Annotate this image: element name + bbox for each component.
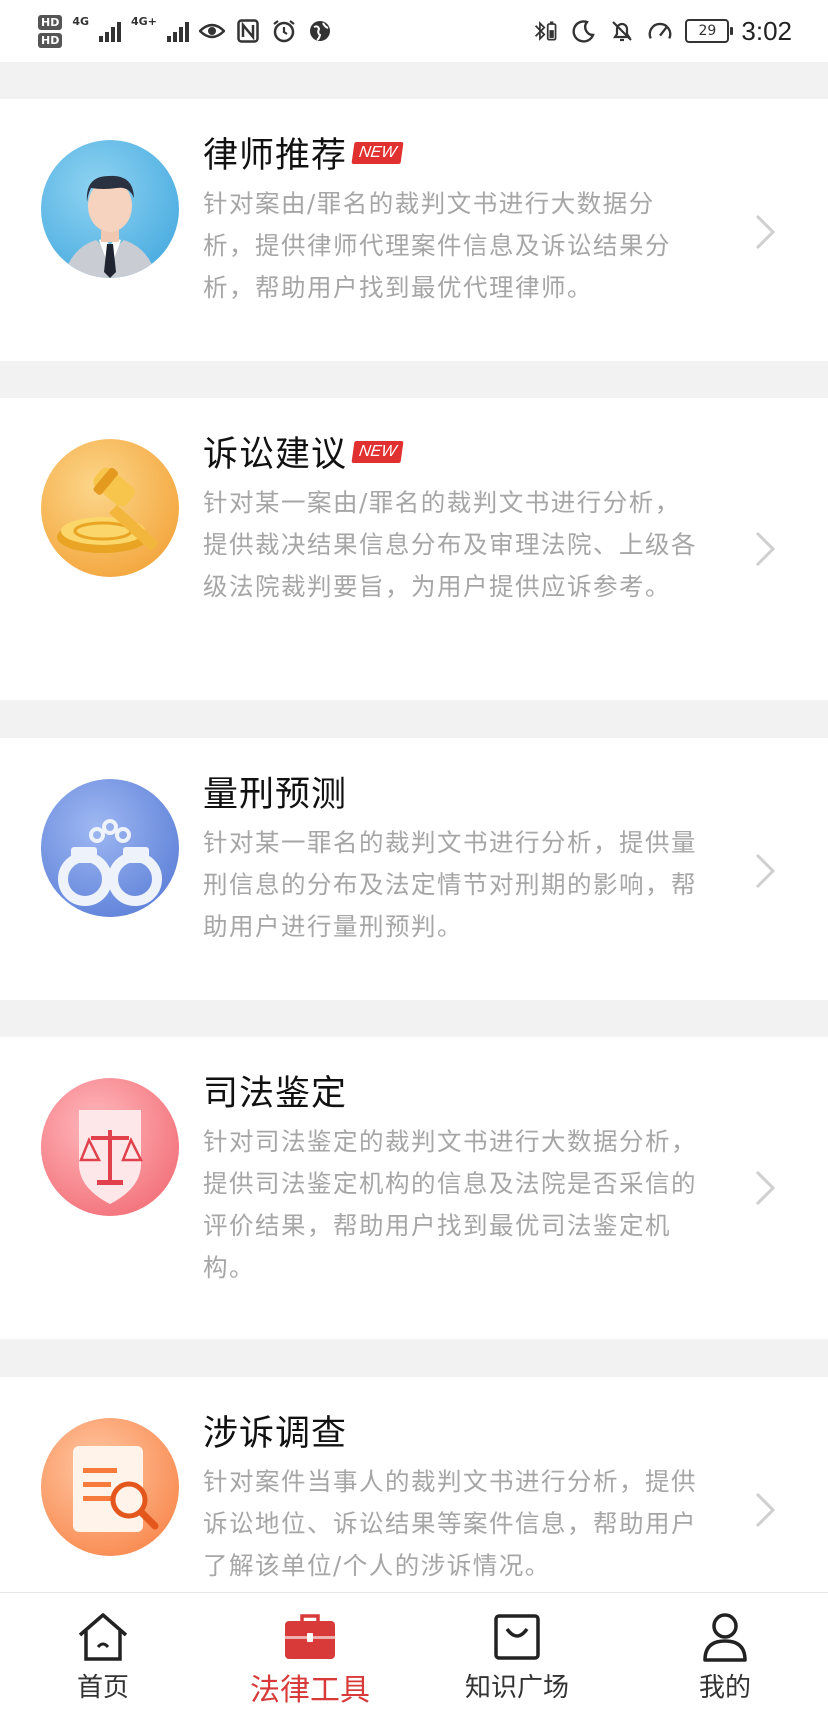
tool-title: 律师推荐 (203, 136, 348, 176)
hd-icon: HD (38, 14, 63, 30)
tool-description: 针对某一案由/罪名的裁判文书进行分析，提供裁决结果信息分布及审理法院、上级各级法… (203, 488, 697, 601)
status-bar: HD HD 4G 4G+ 29 3:02 (0, 0, 828, 62)
tool-description: 针对案由/罪名的裁判文书进行大数据分析，提供律师代理案件信息及诉讼结果分析，帮助… (203, 189, 671, 302)
nav-label: 知识广场 (464, 1673, 569, 1703)
tool-title: 量刑预测 (203, 775, 348, 815)
tool-card-sentencing-prediction[interactable]: 量刑预测 针对某一罪名的裁判文书进行分析，提供量刑信息的分布及法定情节对刑期的影… (0, 738, 828, 1000)
new-badge: NEW (351, 440, 404, 463)
speedometer-icon (647, 18, 673, 44)
tool-description: 针对司法鉴定的裁判文书进行大数据分析，提供司法鉴定机构的信息及法院是否采信的评价… (203, 1127, 697, 1282)
tool-title: 涉诉调查 (203, 1414, 348, 1454)
tool-card-litigation-advice[interactable]: 诉讼建议 NEW 针对某一案由/罪名的裁判文书进行分析，提供裁决结果信息分布及审… (0, 398, 828, 700)
tool-title-row: 司法鉴定 (203, 1065, 347, 1116)
chevron-right-icon (755, 1492, 776, 1528)
alarm-icon (271, 18, 297, 44)
bluetooth-battery-icon (533, 18, 559, 44)
shopping-bag-icon (494, 1614, 540, 1660)
nav-label: 首页 (76, 1673, 129, 1703)
tool-title: 司法鉴定 (203, 1074, 348, 1114)
document-search-icon (41, 1418, 179, 1556)
tool-title: 诉讼建议 (203, 435, 348, 475)
tool-title-row: 涉诉调查 (203, 1405, 347, 1456)
bottom-nav: 首页 法律工具 知识广场 我的 (0, 1592, 828, 1718)
nav-item-home[interactable]: 首页 (28, 1593, 178, 1718)
user-icon (703, 1613, 747, 1662)
tool-title-row: 诉讼建议 NEW (203, 426, 404, 477)
mute-bell-icon (609, 18, 635, 44)
hd-indicators: HD HD (38, 14, 63, 48)
tool-title-row: 律师推荐 NEW (203, 127, 404, 178)
tool-title-row: 量刑预测 (203, 766, 347, 817)
network-type-2: 4G+ (131, 14, 157, 28)
chevron-right-icon (755, 531, 776, 567)
home-icon (78, 1613, 128, 1661)
chevron-right-icon (755, 853, 776, 889)
globe-icon (307, 18, 333, 44)
status-left: HD HD 4G 4G+ (38, 8, 333, 54)
chevron-right-icon (755, 1170, 776, 1206)
chevron-right-icon (755, 214, 776, 250)
battery-indicator: 29 (685, 19, 734, 43)
moon-icon (571, 18, 597, 44)
new-badge: NEW (351, 141, 404, 164)
nav-label: 我的 (698, 1673, 751, 1703)
tool-description: 针对案件当事人的裁判文书进行分析，提供诉讼地位、诉讼结果等案件信息，帮助用户了解… (203, 1467, 697, 1580)
handcuffs-icon (41, 779, 179, 917)
nav-item-knowledge-plaza[interactable]: 知识广场 (442, 1593, 592, 1718)
signal-icon (166, 20, 189, 42)
signal-icon (99, 20, 122, 42)
hd-icon: HD (38, 32, 63, 48)
nfc-icon (235, 18, 261, 44)
eye-icon (198, 18, 225, 44)
nav-item-mine[interactable]: 我的 (650, 1593, 800, 1718)
status-right: 29 3:02 (533, 8, 792, 54)
nav-item-legal-tools[interactable]: 法律工具 (235, 1593, 385, 1718)
lawyer-avatar-icon (41, 140, 179, 278)
clock: 3:02 (741, 15, 792, 46)
tool-card-judicial-appraisal[interactable]: 司法鉴定 针对司法鉴定的裁判文书进行大数据分析，提供司法鉴定机构的信息及法院是否… (0, 1037, 828, 1339)
tool-description: 针对某一罪名的裁判文书进行分析，提供量刑信息的分布及法定情节对刑期的影响，帮助用… (203, 828, 697, 941)
toolbox-icon (285, 1614, 335, 1659)
tool-card-lawyer-recommend[interactable]: 律师推荐 NEW 针对案由/罪名的裁判文书进行大数据分析，提供律师代理案件信息及… (0, 99, 828, 361)
gavel-icon (41, 439, 179, 577)
network-type-1: 4G (72, 14, 90, 28)
scales-shield-icon (41, 1078, 179, 1216)
nav-label: 法律工具 (250, 1673, 370, 1708)
